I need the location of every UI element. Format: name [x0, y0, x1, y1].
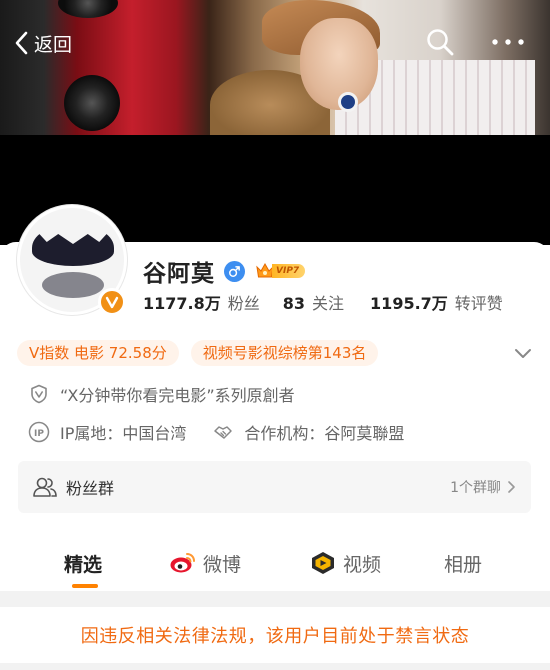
user-name: 谷阿莫	[143, 261, 215, 287]
stat-following[interactable]: 83 关注	[283, 290, 344, 314]
search-icon[interactable]	[425, 27, 455, 57]
verification-text: “X分钟带你看完电影”系列原創者	[60, 386, 295, 405]
verified-v-icon	[105, 296, 119, 309]
tab-weibo[interactable]: 微博	[169, 545, 241, 581]
verified-badge	[98, 288, 126, 316]
tab-label: 精选	[64, 553, 103, 576]
vip-badge[interactable]: VIP7	[255, 262, 306, 280]
avatar-shadow	[42, 272, 104, 298]
cover-photo[interactable]	[0, 0, 550, 135]
fan-group-count: 1个群聊	[450, 480, 501, 496]
active-tab-indicator	[72, 584, 98, 588]
chevron-left-icon	[15, 31, 28, 55]
weibo-icon	[170, 553, 195, 573]
stat-value: 1195.7万	[370, 294, 448, 313]
stat-label: 转评赞	[454, 294, 503, 313]
divider	[0, 591, 550, 607]
stat-value: 1177.8万	[143, 294, 221, 313]
fan-group-button[interactable]: 粉丝群 1个群聊	[18, 461, 531, 513]
tag-v-index[interactable]: V指数 电影 72.58分	[17, 340, 179, 366]
name-row: 谷阿莫 VIP7	[143, 256, 306, 287]
tag-video-rank[interactable]: 视频号影视综榜第143名	[190, 340, 379, 366]
tab-album[interactable]: 相册	[444, 545, 482, 581]
profile-tabs: 精选 微博 视频 相册	[0, 545, 550, 591]
stat-followers[interactable]: 1177.8万 粉丝	[143, 290, 260, 314]
back-label: 返回	[34, 33, 73, 56]
stat-label: 粉丝	[227, 294, 260, 313]
tab-label: 微博	[203, 553, 242, 576]
ip-location-icon: IP	[28, 421, 50, 443]
shield-icon	[31, 384, 47, 404]
group-icon	[33, 477, 57, 497]
verification-row: “X分钟带你看完电影”系列原創者	[30, 382, 295, 406]
male-icon	[224, 260, 245, 282]
cover-speaker-bottom	[64, 75, 120, 131]
stat-engagement[interactable]: 1195.7万 转评赞	[370, 290, 503, 314]
tab-label: 相册	[444, 553, 483, 576]
svg-text:IP: IP	[34, 429, 44, 439]
tab-label: 视频	[343, 553, 382, 576]
vip-level: VIP7	[272, 264, 306, 278]
bottom-divider	[0, 663, 550, 670]
stat-value: 83	[282, 294, 306, 313]
ip-location-text: IP属地：中国台湾	[60, 424, 187, 443]
stat-label: 关注	[312, 294, 345, 313]
banned-notice: 因违反相关法律法规，该用户目前处于禁言状态	[0, 607, 550, 663]
fan-group-label: 粉丝群	[66, 479, 115, 498]
agency-text: 合作机构：谷阿莫聯盟	[244, 424, 405, 443]
stats-row: 1177.8万 粉丝 83 关注 1195.7万 转评赞	[143, 290, 503, 314]
chevron-right-icon	[508, 481, 515, 493]
cover-speaker-top	[58, 0, 118, 18]
cover-pin	[338, 92, 358, 112]
tags-row: V指数 电影 72.58分 视频号影视综榜第143名	[17, 340, 537, 366]
banned-notice-text: 因违反相关法律法规，该用户目前处于禁言状态	[80, 626, 470, 647]
chevron-down-icon[interactable]	[512, 343, 534, 363]
more-icon[interactable]	[490, 30, 526, 54]
tab-featured[interactable]: 精选	[64, 545, 102, 581]
handshake-icon	[214, 426, 233, 439]
back-button[interactable]: 返回	[12, 28, 72, 58]
ip-agency-row: IP IP属地：中国台湾 合作机构：谷阿莫聯盟	[28, 420, 405, 444]
tab-video[interactable]: 视频	[309, 545, 381, 581]
video-icon	[312, 552, 334, 574]
